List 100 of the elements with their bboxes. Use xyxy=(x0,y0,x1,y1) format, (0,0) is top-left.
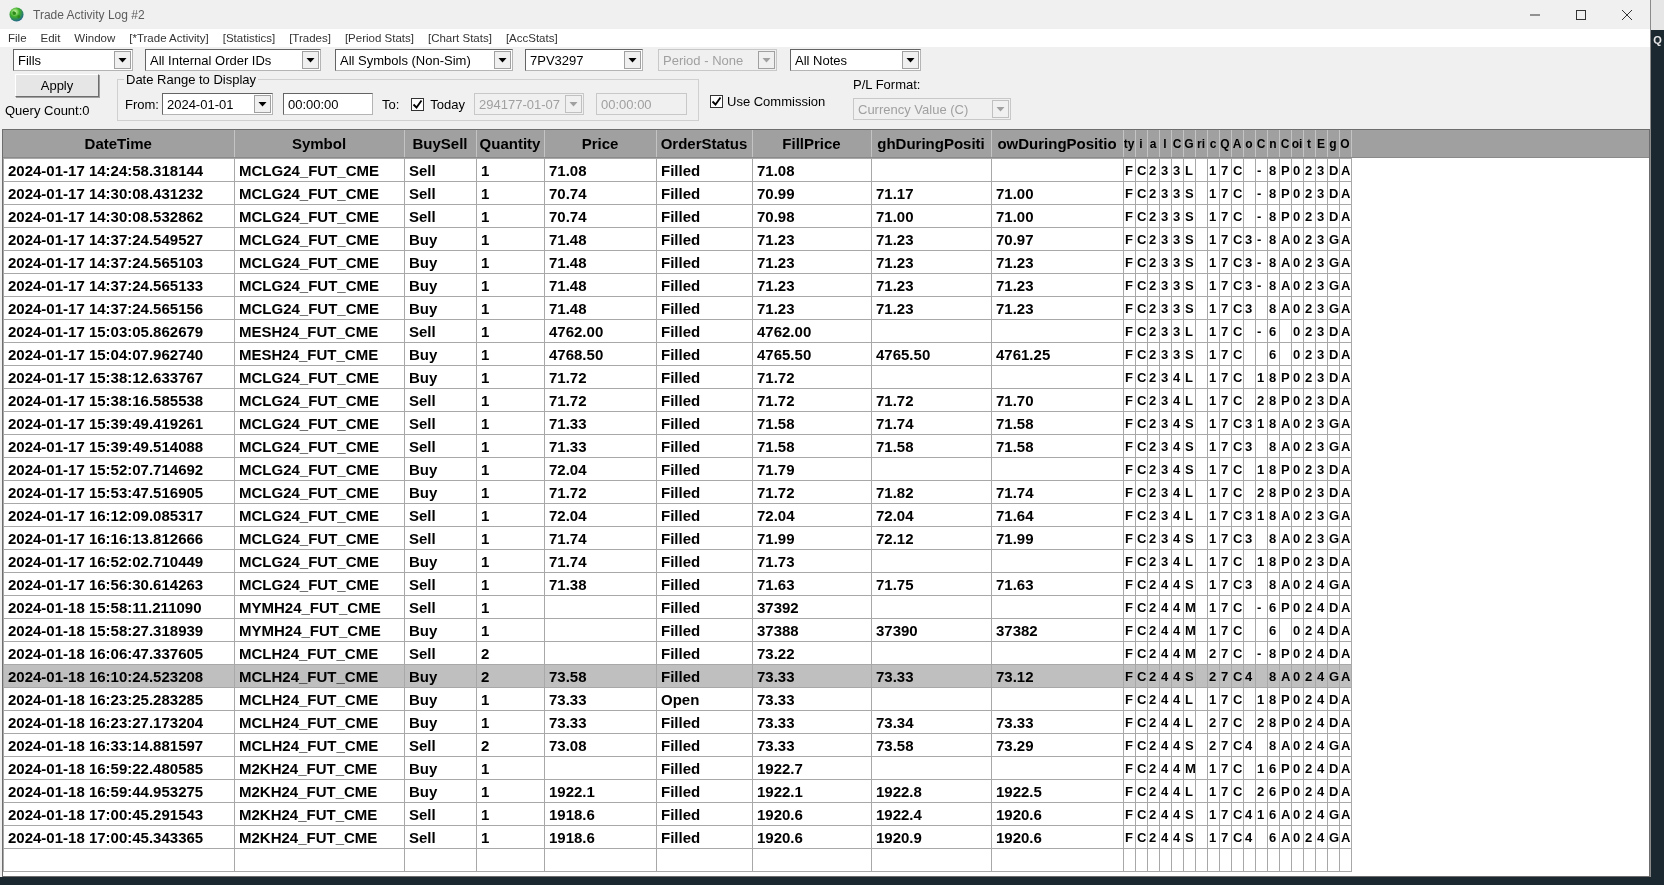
table-cell: 4765.50 xyxy=(752,342,872,366)
checkbox[interactable] xyxy=(710,95,723,108)
dropdown[interactable]: 7PV3297 xyxy=(525,49,643,71)
dropdown[interactable]: Fills xyxy=(13,49,133,71)
table-cell: 4 xyxy=(1159,710,1172,734)
table-row[interactable]: 2024-01-17 15:04:07.962740 MESH24_FUT_CME Buy 1 4768.50 Filled 4765.50 4765.50 4761.25 F C 2 3 3 S 1 7 C 6 0 2 3 D A xyxy=(3,342,1352,366)
menu-item[interactable]: [*Trade Activity] xyxy=(129,32,209,44)
table-row[interactable]: 2024-01-18 15:58:27.318939 MYMH24_FUT_CME Buy 1 Filled 37388 37390 37382 F C 2 4 4 M 1 7 C 6 0 2 4 D A xyxy=(3,618,1352,642)
table-cell: 7 xyxy=(1219,365,1232,389)
table-row[interactable]: 2024-01-17 15:38:16.585538 MCLG24_FUT_CME Sell 1 71.72 Filled 71.72 71.72 71.70 F C 2 3 4 L 1 7 C 2 8 P 0 2 3 D A xyxy=(3,388,1352,412)
table-row[interactable]: 2024-01-17 14:37:24.565103 MCLG24_FUT_CME Buy 1 71.48 Filled 71.23 71.23 71.23 F C 2 3 3 S 1 7 C 3 - 8 A 0 2 3 GA xyxy=(3,250,1352,274)
menu-item[interactable]: [Period Stats] xyxy=(344,32,414,44)
column-header[interactable]: o xyxy=(1243,130,1255,158)
column-header[interactable]: ghDuringPositi xyxy=(871,130,991,158)
table-row[interactable]: 2024-01-17 15:53:47.516905 MCLG24_FUT_CME Buy 1 71.72 Filled 71.72 71.82 71.74 F C 2 3 4 L 1 7 C 2 8 P 0 2 3 D A xyxy=(3,480,1352,504)
column-header[interactable]: ty xyxy=(1123,130,1135,158)
menu-item[interactable]: [Trades] xyxy=(289,32,331,44)
table-cell: 7 xyxy=(1219,687,1232,711)
table-cell: S xyxy=(1183,825,1196,849)
table-row[interactable]: 2024-01-17 15:39:49.419261 MCLG24_FUT_CME Sell 1 71.33 Filled 71.58 71.74 71.58 F C 2 3 4 S 1 7 C 3 1 8 A 0 2 3 GA xyxy=(3,411,1352,435)
column-header[interactable]: c xyxy=(1207,130,1219,158)
table-cell: C xyxy=(1135,779,1148,803)
column-header[interactable]: C xyxy=(1279,130,1291,158)
column-header[interactable]: FillPrice xyxy=(752,130,871,158)
table-row[interactable]: 2024-01-17 16:16:13.812666 MCLG24_FUT_CME Sell 1 71.74 Filled 71.99 72.12 71.99 F C 2 3 4 S 1 7 C 3 8 A 0 2 3 GA xyxy=(3,526,1352,550)
table-row[interactable]: 2024-01-18 16:23:25.283285 MCLH24_FUT_CME Buy 1 73.33 Open 73.33 F C 2 4 4 L 1 7 C 1 8 P 0 2 4 D A xyxy=(3,687,1352,711)
table-row[interactable]: 2024-01-17 15:52:07.714692 MCLG24_FUT_CME Buy 1 72.04 Filled 71.79 F C 2 3 4 S 1 7 C 1 8 P 0 2 3 D A xyxy=(3,457,1352,481)
checkbox[interactable] xyxy=(411,97,425,111)
column-header[interactable]: g xyxy=(1327,130,1339,158)
time-field[interactable]: 00:00:00 xyxy=(282,93,373,115)
column-header[interactable]: DateTime xyxy=(3,130,234,158)
column-header[interactable]: Quantity xyxy=(476,130,544,158)
table-cell: 1 xyxy=(476,158,545,182)
table-row[interactable]: 2024-01-18 16:59:44.953275 M2KH24_FUT_CME Buy 1 1922.1 Filled 1922.1 1922.8 1922.5 F C 2 4 4 L 1 7 C 2 6 P 0 2 4 D A xyxy=(3,779,1352,803)
column-header[interactable]: C xyxy=(1255,130,1267,158)
column-header[interactable]: OrderStatus xyxy=(656,130,752,158)
menu-item[interactable]: Edit xyxy=(40,32,61,44)
menu-item[interactable]: [Statistics] xyxy=(222,32,276,44)
table-cell: 1920.9 xyxy=(871,825,992,849)
column-header[interactable]: owDuringPositio xyxy=(991,130,1123,158)
table-row[interactable]: 2024-01-17 16:12:09.085317 MCLG24_FUT_CME Sell 1 72.04 Filled 72.04 72.04 71.64 F C 2 3 4 L 1 7 C 3 1 8 A 0 2 3 GA xyxy=(3,503,1352,527)
table-row[interactable]: 2024-01-18 17:00:45.343365 M2KH24_FUT_CME Sell 1 1918.6 Filled 1920.6 1920.9 1920.6 F C 2 4 4 S 1 7 C 4 6 A 0 2 4 GA xyxy=(3,825,1352,849)
table-row[interactable]: 2024-01-17 14:24:58.318144 MCLG24_FUT_CME Sell 1 71.08 Filled 71.08 F C 2 3 3 L 1 7 C - 8 P 0 2 3 D A xyxy=(3,158,1352,182)
table-cell: F xyxy=(1123,434,1136,458)
column-header[interactable]: E xyxy=(1315,130,1327,158)
menu-item[interactable]: [AccStats] xyxy=(505,32,558,44)
table-row[interactable]: 2024-01-17 14:37:24.565156 MCLG24_FUT_CME Buy 1 71.48 Filled 71.23 71.23 71.23 F C 2 3 3 S 1 7 C 3 8 A 0 2 3 GA xyxy=(3,296,1352,320)
menu-item[interactable]: Window xyxy=(74,32,116,44)
table-cell: 2024-01-17 14:37:24.565103 xyxy=(3,250,235,274)
table-cell: A xyxy=(1339,480,1352,504)
column-header[interactable]: oi xyxy=(1291,130,1303,158)
table-cell: 4 xyxy=(1159,733,1172,757)
column-header[interactable]: Price xyxy=(544,130,656,158)
table-row[interactable]: 2024-01-18 15:58:11.211090 MYMH24_FUT_CME Sell 1 Filled 37392 F C 2 4 4 M 1 7 C - 6 P 0 2 4 D A xyxy=(3,595,1352,619)
table-row[interactable]: 2024-01-17 15:39:49.514088 MCLG24_FUT_CME Sell 1 71.33 Filled 71.58 71.58 71.58 F C 2 3 4 S 1 7 C 3 8 A 0 2 3 GA xyxy=(3,434,1352,458)
table-row[interactable]: 2024-01-17 15:03:05.862679 MESH24_FUT_CME Sell 1 4762.00 Filled 4762.00 F C 2 3 3 L 1 7 C - 6 0 2 3 D A xyxy=(3,319,1352,343)
column-header[interactable]: A xyxy=(1231,130,1243,158)
column-header[interactable]: Symbol xyxy=(234,130,404,158)
table-row[interactable]: 2024-01-17 14:37:24.549527 MCLG24_FUT_CME Buy 1 71.48 Filled 71.23 71.23 70.97 F C 2 3 3 S 1 7 C 3 - 8 A 0 2 3 GA xyxy=(3,227,1352,251)
table-cell: MCLG24_FUT_CME xyxy=(234,158,405,182)
table-cell: C xyxy=(1231,365,1244,389)
table-row[interactable]: 2024-01-17 14:30:08.532862 MCLG24_FUT_CME Sell 1 70.74 Filled 70.98 71.00 71.00 F C 2 3 3 S 1 7 C - 8 P 0 2 3 D A xyxy=(3,204,1352,228)
column-header[interactable]: O xyxy=(1339,130,1351,158)
dropdown[interactable]: All Internal Order IDs xyxy=(145,49,321,71)
column-header[interactable]: BuySell xyxy=(404,130,476,158)
column-header[interactable]: n xyxy=(1267,130,1279,158)
checkbox-label[interactable]: Today xyxy=(430,96,465,112)
column-header[interactable]: t xyxy=(1303,130,1315,158)
table-cell: 0 xyxy=(1291,227,1304,251)
table-row[interactable]: 2024-01-18 16:33:14.881597 MCLH24_FUT_CME Sell 2 73.08 Filled 73.33 73.58 73.29 F C 2 4 4 S 2 7 C 4 8 A 0 2 4 GA xyxy=(3,733,1352,757)
table-row[interactable]: 2024-01-17 16:56:30.614263 MCLG24_FUT_CME Sell 1 71.38 Filled 71.63 71.75 71.63 F C 2 4 4 S 1 7 C 3 8 A 0 2 4 GA xyxy=(3,572,1352,596)
table-row[interactable]: 2024-01-18 17:00:45.291543 M2KH24_FUT_CME Sell 1 1918.6 Filled 1920.6 1922.4 1920.6 F C 2 4 4 S 1 7 C 4 1 6 A 0 2 4 GA xyxy=(3,802,1352,826)
date-picker[interactable]: 2024-01-01 xyxy=(161,93,273,115)
table-cell: 3 xyxy=(1315,181,1328,205)
column-header[interactable]: Q xyxy=(1219,130,1231,158)
table-row[interactable]: 2024-01-17 15:38:12.633767 MCLG24_FUT_CME Buy 1 71.72 Filled 71.72 F C 2 3 4 L 1 7 C 1 8 P 0 2 3 D A xyxy=(3,365,1352,389)
table-row[interactable]: 2024-01-17 14:37:24.565133 MCLG24_FUT_CME Buy 1 71.48 Filled 71.23 71.23 71.23 F C 2 3 3 S 1 7 C 3 - 8 A 0 2 3 GA xyxy=(3,273,1352,297)
column-header[interactable]: G xyxy=(1183,130,1195,158)
table-row[interactable]: 2024-01-17 16:52:02.710449 MCLG24_FUT_CME Buy 1 71.74 Filled 71.73 F C 2 3 4 L 1 7 C 1 8 P 0 2 3 D A xyxy=(3,549,1352,573)
table-cell: 71.75 xyxy=(871,572,992,596)
table-cell: 71.99 xyxy=(991,526,1124,550)
column-header[interactable]: ri xyxy=(1195,130,1207,158)
table-cell: Buy xyxy=(404,756,477,780)
menu-item[interactable]: [Chart Stats] xyxy=(427,32,492,44)
table-row[interactable]: 2024-01-18 16:23:27.173204 MCLH24_FUT_CME Buy 1 73.33 Filled 73.33 73.34 73.33 F C 2 4 4 L 2 7 C 2 8 P 0 2 4 D A xyxy=(3,710,1352,734)
table-row[interactable]: 2024-01-18 16:10:24.523208 MCLH24_FUT_CME Buy 2 73.58 Filled 73.33 73.33 73.12 F C 2 4 4 S 2 7 C 4 8 A 0 2 4 GA xyxy=(3,664,1352,688)
column-header[interactable]: a xyxy=(1147,130,1159,158)
table-cell: C xyxy=(1231,779,1244,803)
checkbox-label[interactable]: Use Commission xyxy=(727,94,826,109)
column-header[interactable]: i xyxy=(1135,130,1147,158)
dropdown[interactable]: All Symbols (Non-Sim) xyxy=(335,49,513,71)
table-row[interactable]: 2024-01-18 16:59:22.480585 M2KH24_FUT_CME Buy 1 Filled 1922.7 F C 2 4 4 M 1 7 C 1 6 P 0 2 4 D A xyxy=(3,756,1352,780)
table-cell: P xyxy=(1279,779,1292,803)
dropdown[interactable]: All Notes xyxy=(790,49,921,71)
table-row[interactable]: 2024-01-17 14:30:08.431232 MCLG24_FUT_CME Sell 1 70.74 Filled 70.99 71.17 71.00 F C 2 3 3 S 1 7 C - 8 P 0 2 3 D A xyxy=(3,181,1352,205)
column-header[interactable]: C xyxy=(1171,130,1183,158)
table-row[interactable]: 2024-01-18 16:06:47.337605 MCLH24_FUT_CME Sell 2 Filled 73.22 F C 2 4 4 M 2 7 C - 8 P 0 2 4 D A xyxy=(3,641,1352,665)
apply-button[interactable]: Apply xyxy=(15,74,99,97)
menu-item[interactable]: File xyxy=(8,32,27,44)
column-header[interactable]: l xyxy=(1159,130,1171,158)
